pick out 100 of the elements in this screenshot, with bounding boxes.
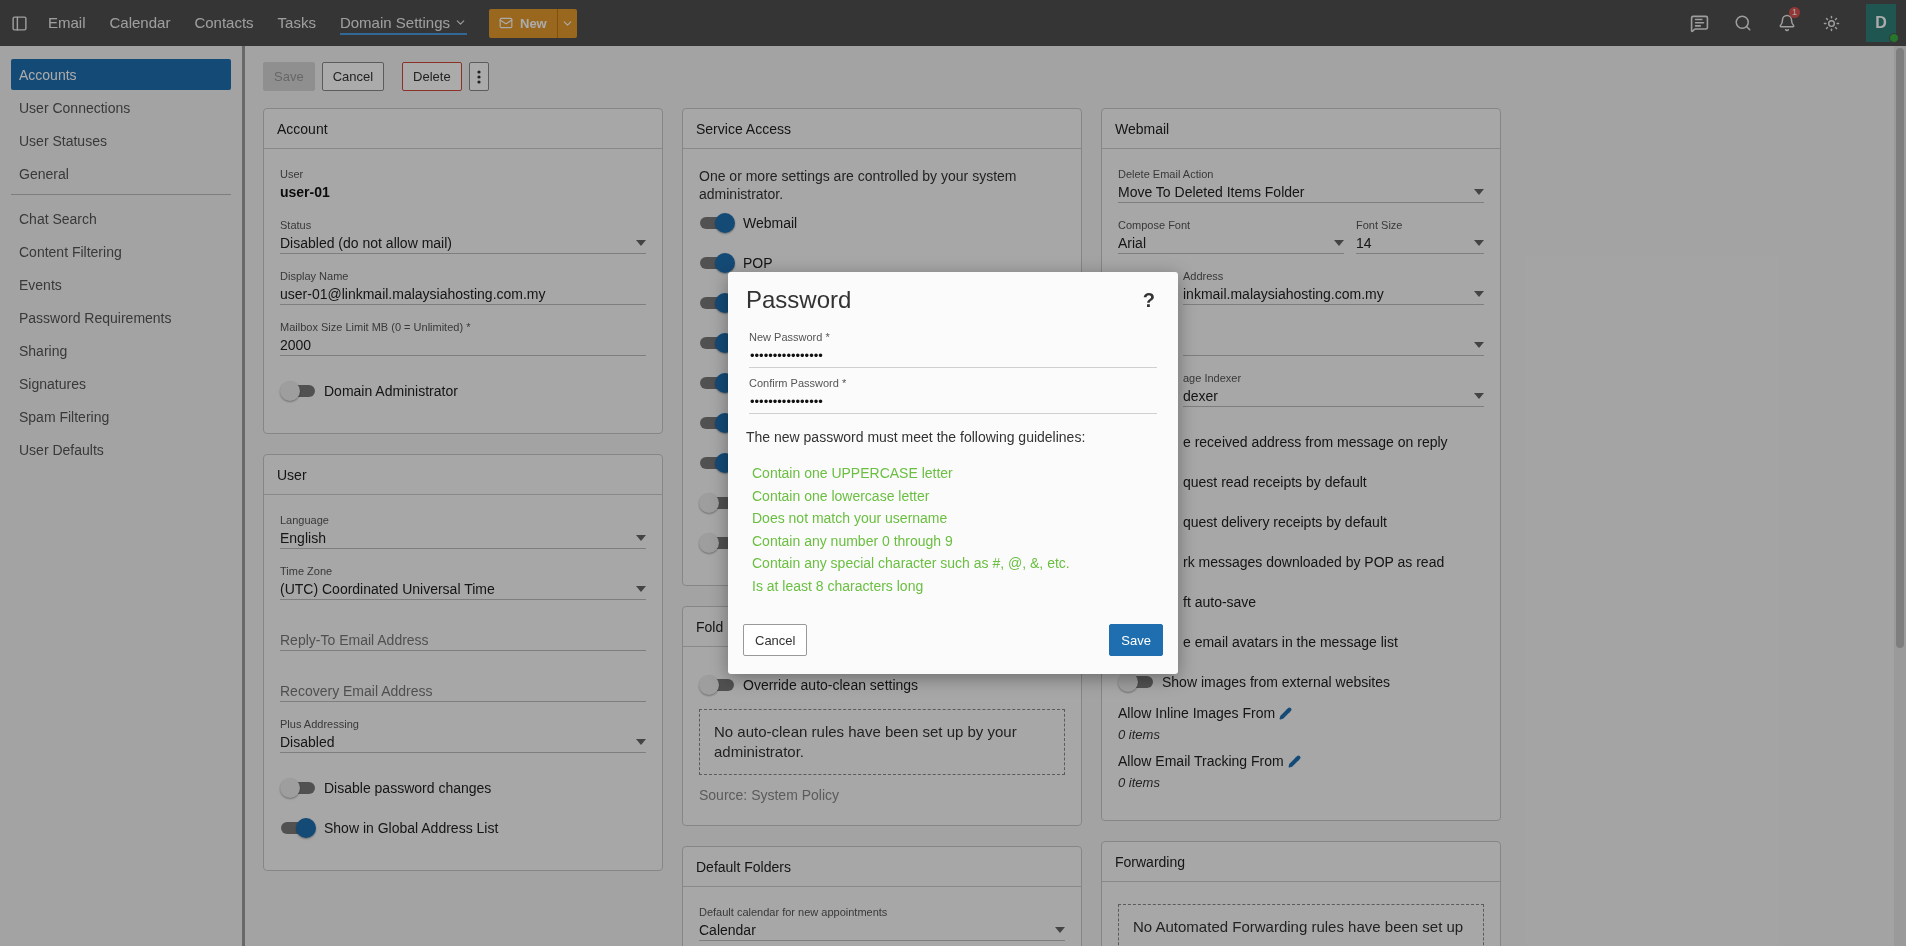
field-label: Time Zone bbox=[280, 565, 333, 577]
cancel-button[interactable]: Cancel bbox=[743, 624, 808, 656]
field-label: Delete Email Action bbox=[1118, 168, 1214, 180]
nav-tab[interactable]: Calendar bbox=[109, 11, 171, 35]
select-field[interactable]: Disabled (do not allow mail) bbox=[280, 232, 646, 254]
field-label: Plus Addressing bbox=[280, 718, 359, 730]
password-field[interactable]: •••••••••••••••• bbox=[749, 390, 1157, 414]
field-label: Language bbox=[280, 514, 329, 526]
text-field[interactable]: Recovery Email Address bbox=[280, 680, 646, 702]
caret-icon bbox=[1055, 926, 1065, 933]
sidebar-item[interactable]: Chat Search bbox=[11, 203, 231, 234]
scrollbar[interactable] bbox=[1894, 46, 1906, 946]
select-field[interactable]: English bbox=[280, 527, 646, 549]
toggle-switch[interactable] bbox=[699, 213, 735, 233]
nav-tab[interactable]: Tasks bbox=[277, 11, 316, 35]
caret-icon bbox=[1474, 188, 1484, 195]
notifications-button[interactable]: 1 bbox=[1772, 8, 1802, 38]
info-text: One or more settings are controlled by your system administrator. bbox=[699, 167, 1018, 203]
help-button[interactable]: ? bbox=[1140, 288, 1157, 312]
toolbar-button[interactable]: Cancel bbox=[321, 62, 385, 91]
sidebar-item[interactable]: Signatures bbox=[11, 368, 231, 399]
edit-icon[interactable] bbox=[1287, 754, 1301, 768]
field-label: Display Name bbox=[280, 270, 349, 282]
sidebar-item[interactable]: Content Filtering bbox=[11, 236, 231, 267]
toggle-switch[interactable] bbox=[280, 818, 316, 838]
sidebar-item[interactable]: User Defaults bbox=[11, 434, 231, 465]
toggle-switch[interactable] bbox=[699, 253, 735, 273]
field-label: age Indexer bbox=[1183, 372, 1242, 384]
field-label: Mailbox Size Limit MB (0 = Unlimited) * bbox=[280, 321, 471, 333]
guideline-text: Contain one UPPERCASE letter bbox=[752, 464, 954, 483]
empty-rules-notice: No Automated Forwarding rules have been set up bbox=[1118, 904, 1484, 946]
text-field[interactable]: Reply-To Email Address bbox=[280, 629, 646, 651]
nav-tab[interactable]: Domain Settings bbox=[339, 11, 467, 35]
card-title: Service Access bbox=[683, 109, 1081, 149]
sidebar-item[interactable]: Password Requirements bbox=[11, 302, 231, 333]
select-field[interactable]: 14 bbox=[1356, 232, 1484, 254]
select-field[interactable]: Arial bbox=[1118, 232, 1344, 254]
caret-icon bbox=[636, 239, 646, 246]
edit-icon[interactable] bbox=[1279, 706, 1293, 720]
text-field[interactable]: user-01@linkmail.malaysiahosting.com.my bbox=[280, 283, 646, 305]
guidelines-intro: The new password must meet the following guidelines: bbox=[746, 428, 1087, 446]
caret-icon bbox=[1334, 239, 1344, 246]
caret-icon bbox=[636, 585, 646, 592]
toggle-switch[interactable] bbox=[280, 381, 316, 401]
field-label: User bbox=[280, 168, 304, 180]
mail-icon bbox=[499, 16, 513, 30]
guideline-text: Is at least 8 characters long bbox=[752, 576, 925, 596]
sidebar-item[interactable]: General bbox=[11, 158, 231, 189]
field-label: Status bbox=[280, 219, 312, 231]
toggle-label: Webmail bbox=[743, 215, 798, 231]
toggle-switch[interactable] bbox=[699, 675, 735, 695]
text-field[interactable]: 2000 bbox=[280, 334, 646, 356]
sidebar-item[interactable]: User Statuses bbox=[11, 125, 231, 156]
toggle-label: quest delivery receipts by default bbox=[1183, 514, 1387, 530]
select-field[interactable]: inkmail.malaysiahosting.com.my bbox=[1183, 283, 1484, 305]
list-label: Allow Inline Images From bbox=[1118, 705, 1276, 721]
toggle-label: Show in Global Address List bbox=[324, 820, 499, 836]
password-field[interactable]: •••••••••••••••• bbox=[749, 344, 1157, 368]
select-field[interactable]: dexer bbox=[1183, 385, 1484, 407]
select-field[interactable]: Move To Deleted Items Folder bbox=[1118, 181, 1484, 203]
card-title: Forwarding bbox=[1102, 842, 1500, 882]
field-label: Compose Font bbox=[1118, 219, 1191, 231]
field-label: Confirm Password * bbox=[749, 377, 847, 389]
toggle-switch[interactable] bbox=[280, 778, 316, 798]
nav-tab[interactable]: Email bbox=[48, 11, 86, 35]
toggle-label: e received address from message on reply bbox=[1183, 434, 1448, 450]
avatar[interactable]: D bbox=[1866, 4, 1896, 42]
toggle-label: POP bbox=[743, 255, 773, 271]
sidebar-item[interactable]: User Connections bbox=[11, 92, 231, 123]
new-menu-button[interactable] bbox=[556, 8, 577, 38]
caret-icon bbox=[1474, 239, 1484, 246]
card-title: User bbox=[264, 455, 662, 495]
toolbar-button[interactable]: Delete bbox=[402, 62, 462, 91]
select-field[interactable]: Disabled bbox=[280, 731, 646, 753]
guideline-text: Does not match your username bbox=[752, 509, 949, 528]
sidebar-item[interactable]: Spam Filtering bbox=[11, 401, 231, 432]
toggle-label: Override auto-clean settings bbox=[743, 677, 919, 693]
field-label: Address bbox=[1183, 270, 1224, 282]
field-label: New Password * bbox=[749, 331, 830, 343]
sidebar-item[interactable]: Events bbox=[11, 269, 231, 300]
select-field[interactable]: Calendar bbox=[699, 919, 1065, 941]
caret-icon bbox=[1474, 290, 1484, 297]
dialog-title: Password bbox=[746, 285, 852, 315]
caret-icon bbox=[1474, 392, 1484, 399]
nav-tab[interactable]: Contacts bbox=[194, 11, 254, 35]
save-button[interactable]: Save bbox=[1109, 624, 1163, 656]
sidebar-item[interactable]: Sharing bbox=[11, 335, 231, 366]
toggle-label: Disable password changes bbox=[324, 780, 492, 796]
source-text: Source: System Policy bbox=[699, 787, 841, 803]
caret-icon bbox=[1474, 341, 1484, 348]
more-icon bbox=[476, 69, 481, 84]
select-field[interactable]: (UTC) Coordinated Universal Time bbox=[280, 578, 646, 600]
card-title: Default Folders bbox=[683, 847, 1081, 887]
toggle-label: e email avatars in the message list bbox=[1183, 634, 1398, 650]
guideline-text: Contain one lowercase letter bbox=[752, 486, 931, 506]
field-label: Font Size bbox=[1356, 219, 1403, 231]
empty-rules-notice: No auto-clean rules have been set up by your administrator. bbox=[699, 709, 1065, 775]
more-button[interactable] bbox=[468, 62, 489, 91]
sidebar-item[interactable]: Accounts bbox=[11, 59, 231, 90]
notification-badge: 1 bbox=[1789, 7, 1800, 18]
